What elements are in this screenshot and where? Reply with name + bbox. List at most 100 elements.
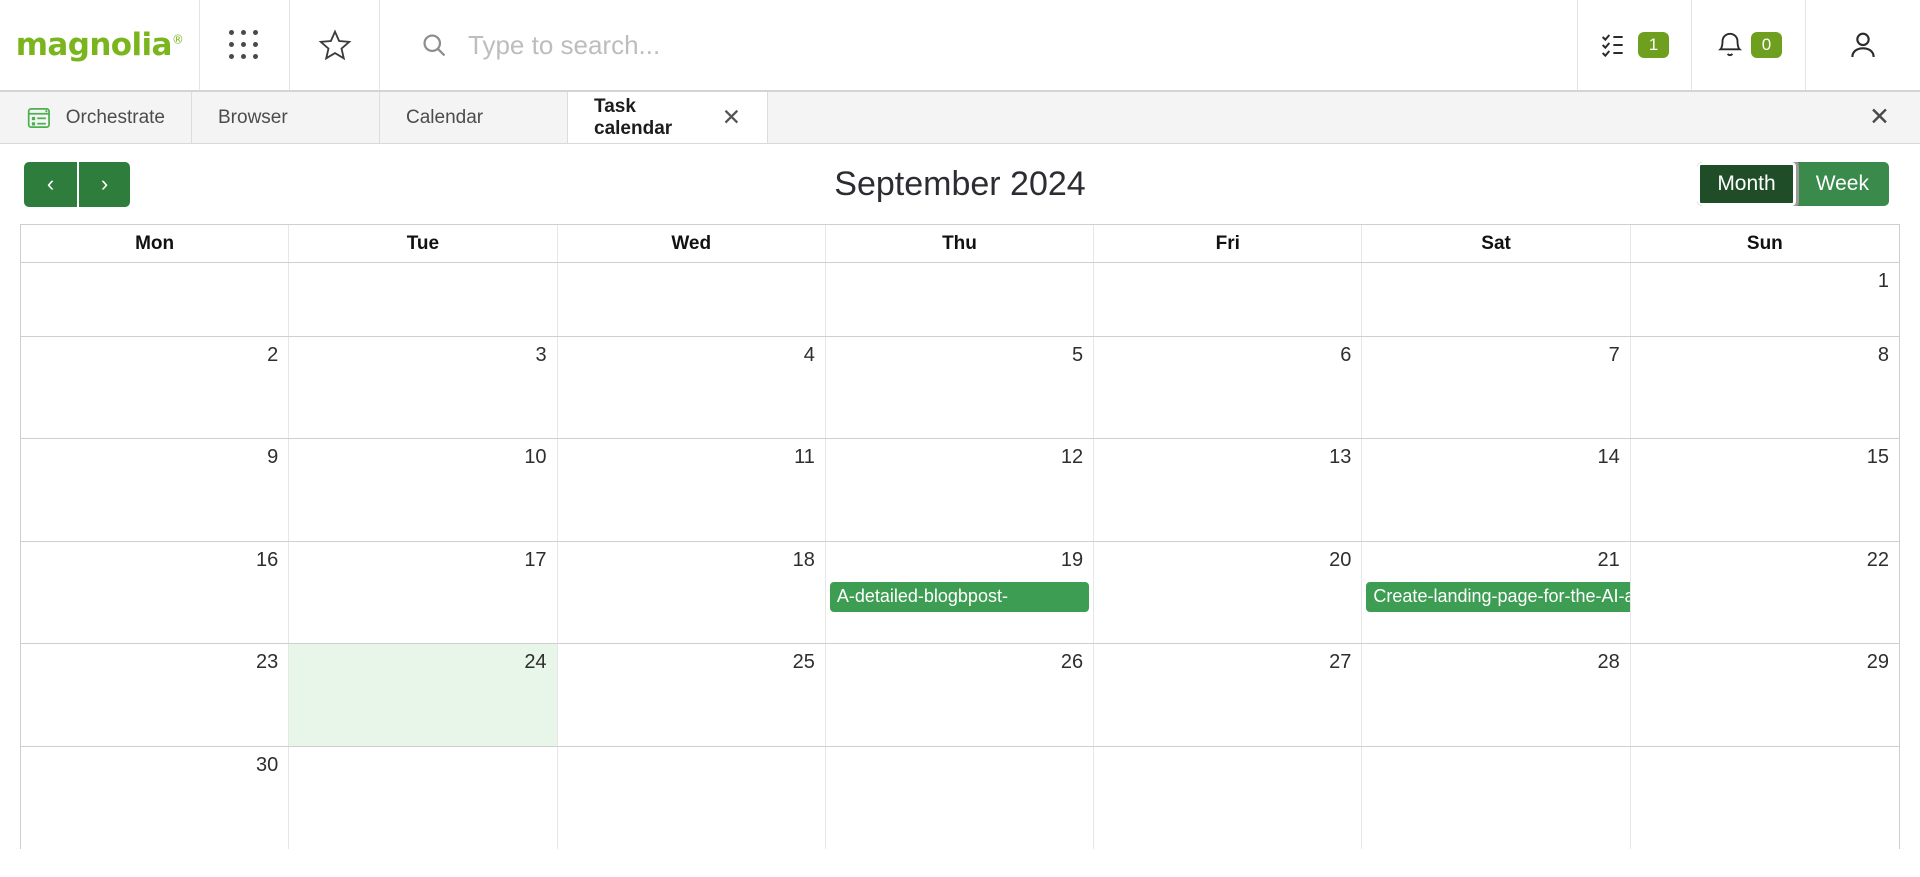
day-cell-23[interactable]: 23 (21, 644, 290, 746)
day-number: 27 (1329, 651, 1352, 674)
view-switcher: Month Week (1697, 162, 1889, 206)
tab-orchestrate[interactable]: Orchestrate (0, 92, 192, 143)
weekday-tue: Tue (289, 225, 558, 262)
day-cell-7[interactable]: 7 (1362, 336, 1631, 439)
view-month-button[interactable]: Month (1697, 162, 1796, 206)
day-number: 11 (794, 446, 815, 469)
day-cell-15[interactable]: 15 (1631, 439, 1899, 540)
day-number: 25 (792, 651, 815, 674)
search-bar[interactable] (380, 0, 1578, 90)
tab-label: Orchestrate (65, 106, 165, 128)
day-number: 5 (1072, 343, 1084, 366)
day-cell-empty[interactable] (1631, 747, 1899, 849)
day-number: 16 (256, 548, 279, 571)
calendar-toolbar: ‹ › September 2024 Month Week (0, 144, 1920, 224)
tab-browser[interactable]: Browser (192, 92, 380, 143)
orchestrate-icon (27, 107, 50, 128)
day-cell-empty[interactable] (1362, 746, 1631, 849)
app-grid-icon (229, 29, 260, 61)
calendar-nav-group: ‹ › (24, 161, 130, 207)
day-cell-13[interactable]: 13 (1094, 439, 1363, 541)
day-cell-16[interactable]: 16 (21, 541, 290, 644)
day-cell-11[interactable]: 11 (558, 439, 826, 541)
day-cell-empty[interactable] (826, 263, 1095, 336)
day-cell-empty[interactable] (1094, 746, 1363, 849)
day-cell-22[interactable]: 22 (1631, 542, 1899, 643)
calendar-week-row: 2 3 4 5 6 7 8 (21, 336, 1899, 440)
user-avatar-icon (1851, 32, 1875, 58)
next-month-button[interactable]: › (77, 161, 130, 207)
day-number: 10 (524, 446, 547, 469)
top-bar: magnolia® 1 0 (0, 0, 1920, 92)
search-input[interactable] (468, 29, 1510, 61)
notifications-count-badge: 0 (1750, 31, 1783, 59)
day-cell-29[interactable]: 29 (1631, 644, 1899, 745)
day-number: 22 (1866, 548, 1889, 571)
day-number: 14 (1597, 446, 1620, 469)
day-cell-empty[interactable] (1094, 263, 1363, 336)
day-cell-empty[interactable] (826, 746, 1095, 849)
day-cell-27[interactable]: 27 (1094, 644, 1363, 746)
day-cell-3[interactable]: 3 (289, 336, 558, 439)
page-title: September 2024 (834, 164, 1086, 203)
day-cell-21[interactable]: 21 Create-landing-page-for-the-AI-ad (1362, 541, 1631, 644)
day-cell-17[interactable]: 17 (289, 541, 558, 644)
day-cell-empty[interactable] (289, 746, 558, 849)
day-number: 4 (803, 343, 815, 366)
tab-calendar[interactable]: Calendar (380, 92, 568, 143)
view-week-button[interactable]: Week (1795, 162, 1889, 206)
tab-task-calendar[interactable]: Task calendar ✕ (568, 92, 768, 143)
tasks-button[interactable]: 1 (1578, 0, 1692, 90)
day-cell-1[interactable]: 1 (1631, 263, 1899, 336)
day-cell-19[interactable]: 19 A-detailed-blogbpost- (826, 541, 1095, 644)
day-cell-empty[interactable] (1362, 263, 1631, 336)
day-number: 19 (1060, 548, 1084, 571)
day-cell-12[interactable]: 12 (826, 439, 1095, 541)
day-number: 29 (1866, 651, 1889, 674)
tab-label: Browser (218, 106, 288, 128)
day-cell-10[interactable]: 10 (289, 439, 558, 541)
day-number: 1 (1877, 270, 1889, 292)
search-icon (423, 34, 446, 57)
favorites-button[interactable] (290, 0, 380, 90)
day-cell-24[interactable]: 24 (289, 644, 558, 746)
day-cell-empty[interactable] (558, 263, 826, 336)
day-cell-empty[interactable] (21, 263, 290, 336)
calendar-event[interactable]: Create-landing-page-for-the-AI-ad (1366, 581, 1630, 612)
day-cell-28[interactable]: 28 (1362, 644, 1631, 746)
day-cell-26[interactable]: 26 (826, 644, 1095, 746)
magnolia-logo[interactable]: magnolia® (0, 0, 200, 90)
user-menu-button[interactable] (1806, 0, 1920, 90)
day-number: 20 (1329, 548, 1352, 571)
day-number: 26 (1060, 651, 1084, 674)
day-cell-4[interactable]: 4 (558, 336, 826, 439)
day-cell-25[interactable]: 25 (558, 644, 826, 746)
day-number: 15 (1866, 446, 1889, 469)
tab-close-icon[interactable]: ✕ (722, 106, 741, 129)
day-number: 6 (1340, 343, 1352, 366)
day-cell-empty[interactable] (558, 746, 826, 849)
weekday-fri: Fri (1094, 225, 1363, 262)
day-cell-5[interactable]: 5 (826, 336, 1095, 439)
day-cell-2[interactable]: 2 (21, 336, 290, 439)
day-cell-20[interactable]: 20 (1094, 541, 1363, 644)
day-cell-9[interactable]: 9 (21, 439, 290, 541)
logo-text: magnolia® (15, 27, 184, 63)
app-launcher-button[interactable] (200, 0, 290, 90)
day-cell-6[interactable]: 6 (1094, 336, 1363, 439)
close-icon[interactable]: ✕ (1869, 105, 1890, 130)
notifications-button[interactable]: 0 (1692, 0, 1806, 90)
prev-month-button[interactable]: ‹ (24, 161, 77, 207)
day-number: 30 (256, 753, 279, 776)
calendar-week-row: 16 17 18 19 A-detailed-blogbpost- 20 21 Create-… (21, 541, 1899, 645)
day-cell-empty[interactable] (289, 263, 558, 336)
star-icon (318, 29, 351, 61)
day-cell-8[interactable]: 8 (1631, 337, 1899, 438)
calendar-week-row: 9 10 11 12 13 14 15 (21, 439, 1899, 542)
day-number: 2 (267, 343, 279, 366)
tab-label: Task calendar (594, 95, 673, 139)
day-cell-14[interactable]: 14 (1362, 439, 1631, 541)
calendar-event[interactable]: A-detailed-blogbpost- (829, 581, 1090, 612)
day-cell-18[interactable]: 18 (558, 541, 826, 644)
day-cell-30[interactable]: 30 (21, 746, 290, 849)
